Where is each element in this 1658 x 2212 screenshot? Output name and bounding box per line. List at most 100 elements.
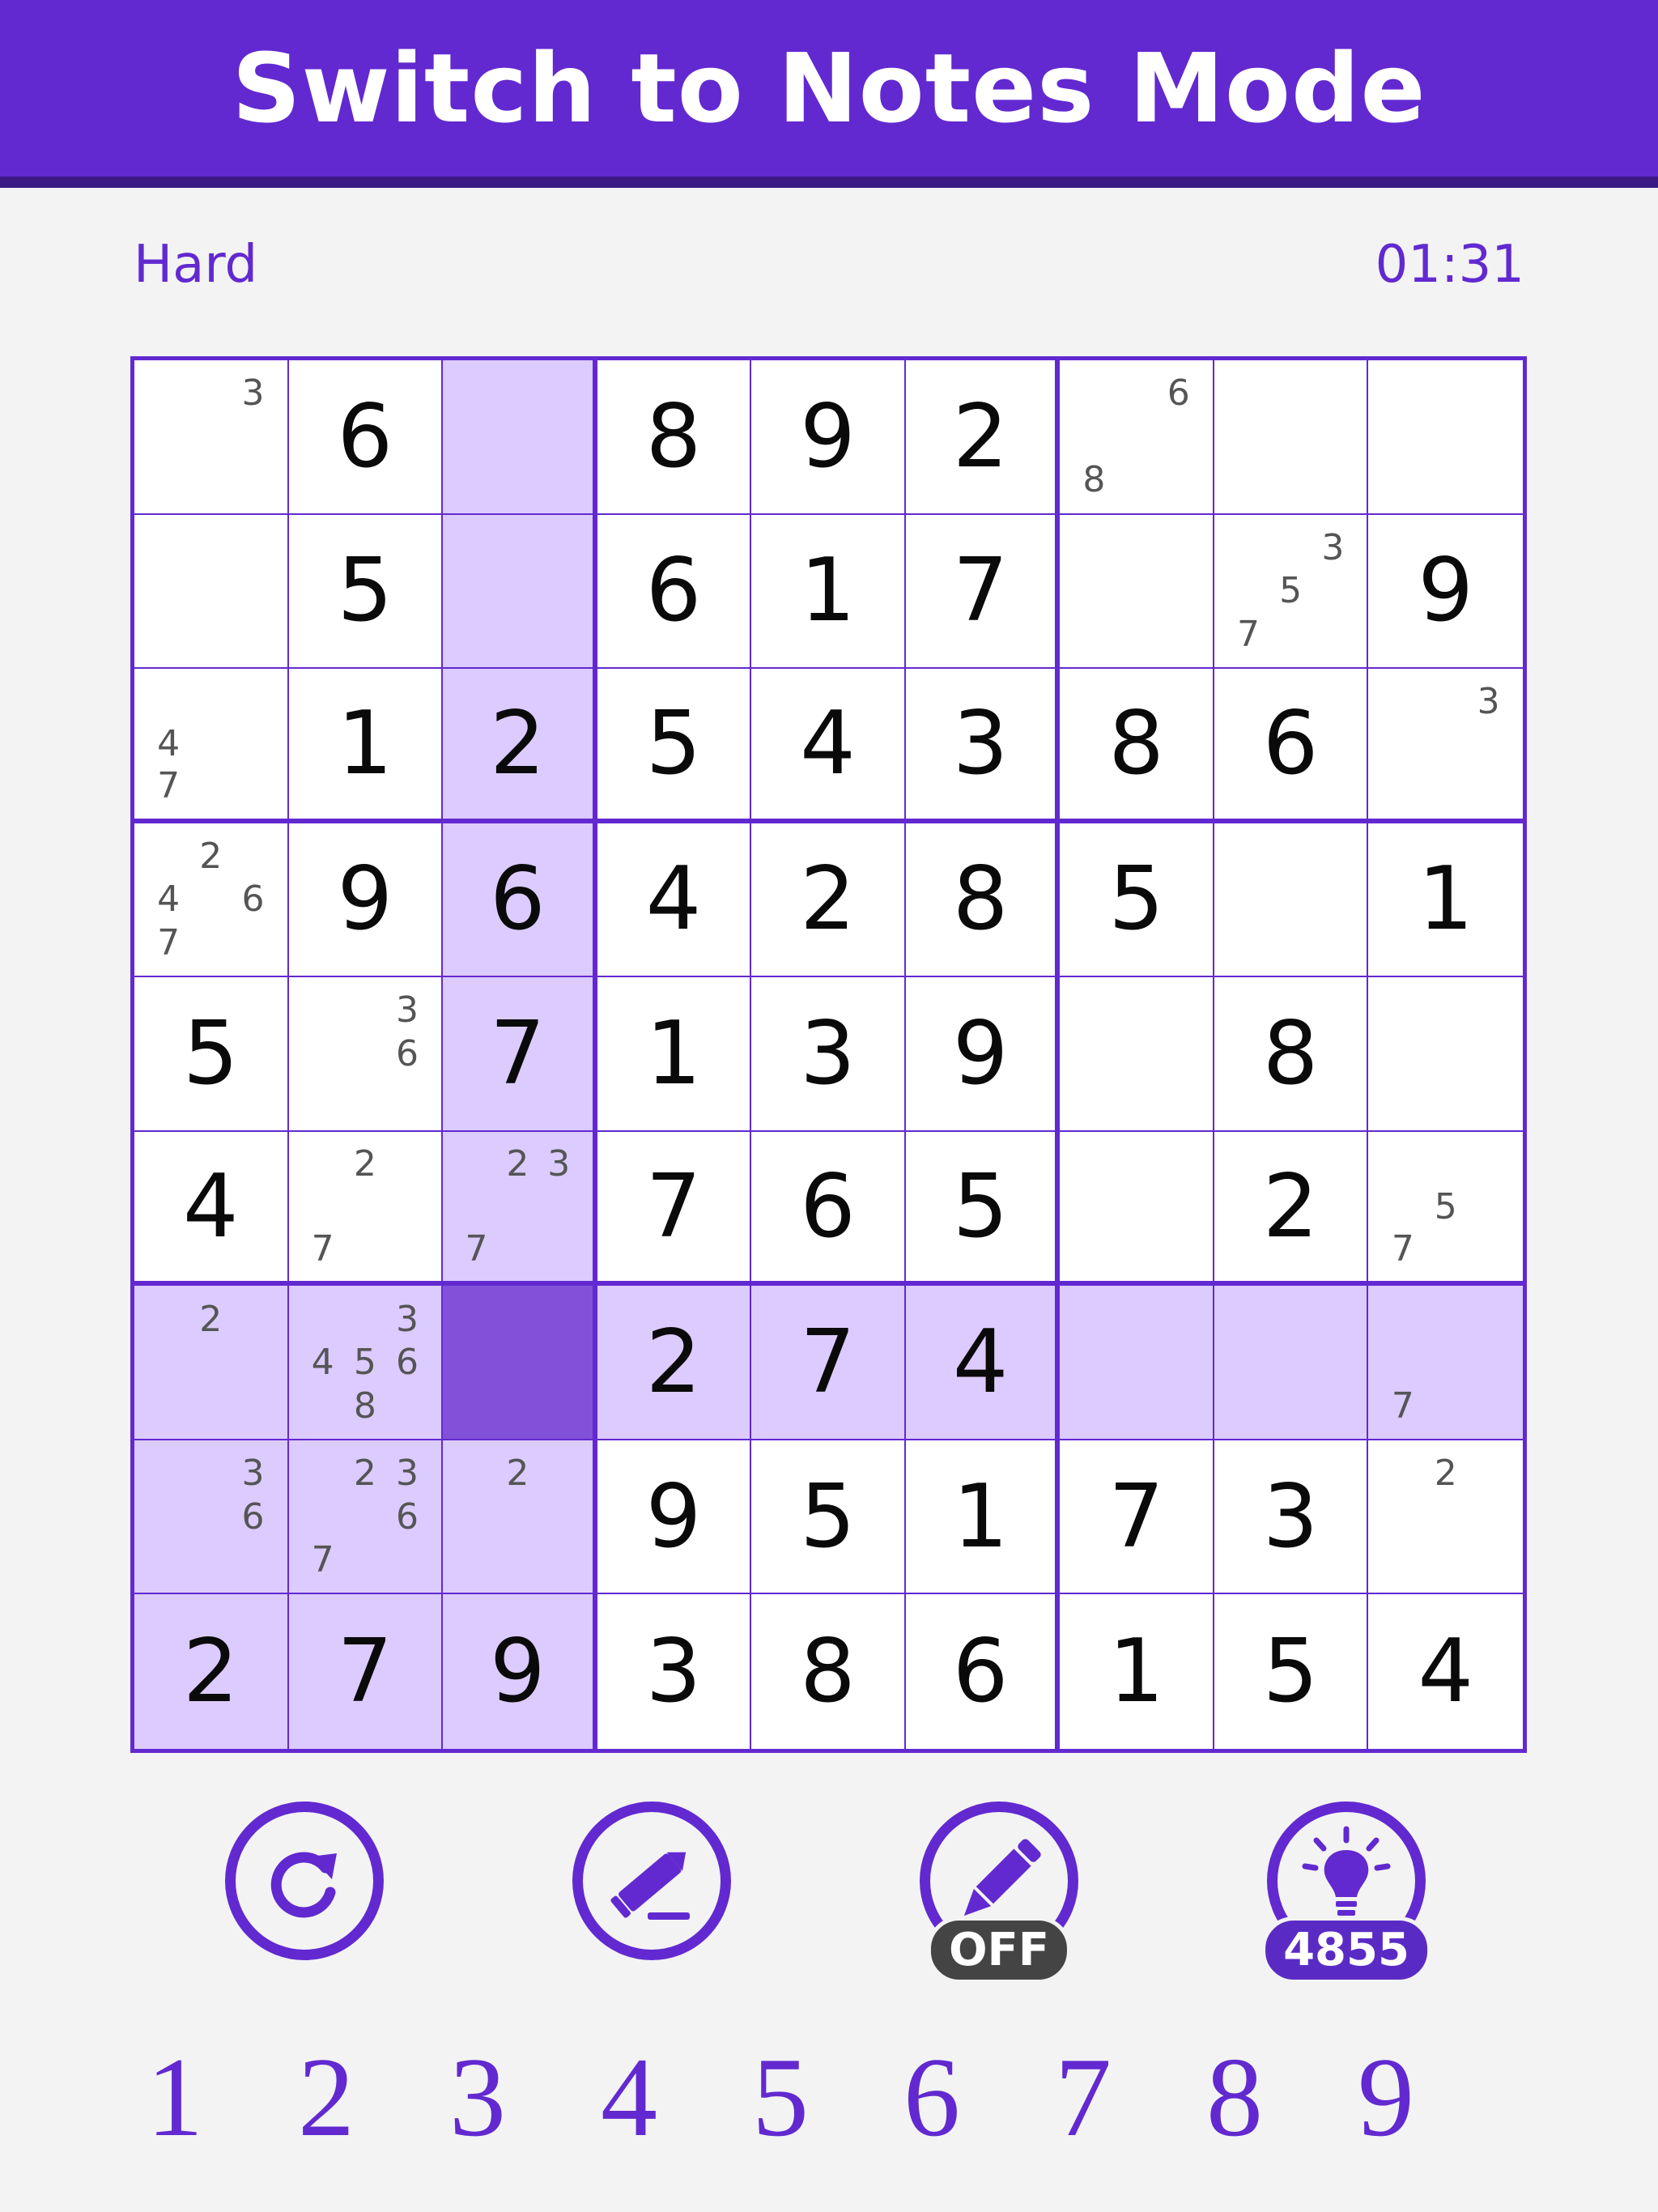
note-digit: 5 <box>1434 1185 1457 1227</box>
sudoku-cell[interactable]: 36 <box>288 977 444 1132</box>
sudoku-cell[interactable]: 5 <box>597 669 752 823</box>
sudoku-cell[interactable] <box>1214 1286 1369 1440</box>
sudoku-cell[interactable]: 47 <box>134 669 289 823</box>
undo-button[interactable] <box>225 1802 384 1960</box>
numpad-digit-4[interactable]: 4 <box>580 2032 678 2163</box>
numpad-digit-7[interactable]: 7 <box>1035 2032 1132 2163</box>
sudoku-cell[interactable]: 5 <box>1060 823 1214 978</box>
sudoku-cell[interactable]: 8 <box>597 360 752 515</box>
sudoku-cell[interactable] <box>1060 977 1214 1132</box>
note-digit <box>232 1538 274 1582</box>
sudoku-cell[interactable]: 6 <box>288 360 444 515</box>
sudoku-cell[interactable]: 6 <box>597 514 752 670</box>
sudoku-cell[interactable]: 9 <box>905 977 1061 1132</box>
sudoku-cell[interactable]: 3 <box>1214 1440 1369 1595</box>
numpad-digit-5[interactable]: 5 <box>732 2032 829 2163</box>
sudoku-cell[interactable]: 9 <box>1368 514 1523 670</box>
numpad-digit-1[interactable]: 1 <box>126 2032 223 2163</box>
sudoku-cell[interactable]: 7 <box>751 1286 906 1440</box>
sudoku-cell[interactable]: 4 <box>1368 1594 1523 1749</box>
sudoku-cell[interactable]: 3 <box>751 977 906 1132</box>
sudoku-cell[interactable]: 24 6 7 <box>134 823 289 978</box>
sudoku-cell[interactable]: 9 <box>443 1594 597 1749</box>
sudoku-cell[interactable]: 1 <box>1368 823 1523 978</box>
sudoku-cell[interactable]: 8 <box>1060 669 1214 823</box>
sudoku-cell[interactable]: 8 <box>751 1594 906 1749</box>
notes-toggle-button[interactable]: OFF <box>920 1802 1078 1984</box>
sudoku-cell[interactable]: 7 <box>1368 1286 1523 1440</box>
sudoku-cell[interactable] <box>443 514 597 670</box>
sudoku-cell[interactable]: 9 <box>597 1440 752 1595</box>
sudoku-cell[interactable]: 1 <box>751 514 906 670</box>
sudoku-cell[interactable]: 57 <box>1368 1131 1523 1287</box>
sudoku-cell[interactable]: 2 <box>751 823 906 978</box>
sudoku-cell[interactable]: 3 <box>597 1594 752 1749</box>
sudoku-cell[interactable]: 7 <box>288 1594 444 1749</box>
sudoku-cell[interactable]: 8 <box>905 823 1061 978</box>
sudoku-cell[interactable]: 1 <box>288 669 444 823</box>
sudoku-cell[interactable]: 5 <box>905 1131 1061 1287</box>
sudoku-cell[interactable] <box>134 514 289 670</box>
hint-button[interactable]: 4855 <box>1261 1802 1431 1984</box>
sudoku-cell[interactable]: 6 <box>751 1131 906 1287</box>
sudoku-cell[interactable]: 5 <box>288 514 444 670</box>
sudoku-cell[interactable]: 5 <box>1214 1594 1369 1749</box>
sudoku-cell[interactable]: 68 <box>1060 360 1214 515</box>
sudoku-cell[interactable]: 4 <box>134 1131 289 1287</box>
sudoku-cell[interactable]: 3 <box>134 360 289 515</box>
sudoku-cell[interactable]: 2 <box>1214 1131 1369 1287</box>
sudoku-cell[interactable]: 27 <box>288 1131 444 1287</box>
note-digit <box>1269 613 1312 657</box>
sudoku-cell[interactable]: 1 <box>1060 1594 1214 1749</box>
sudoku-cell[interactable] <box>443 360 597 515</box>
sudoku-cell[interactable]: 2 <box>905 360 1061 515</box>
numpad-digit-6[interactable]: 6 <box>883 2032 980 2163</box>
sudoku-cell[interactable]: 23 7 <box>443 1131 597 1287</box>
sudoku-cell[interactable]: 7 <box>443 977 597 1132</box>
erase-button[interactable] <box>572 1802 731 1960</box>
sudoku-cell[interactable] <box>1060 514 1214 670</box>
sudoku-cell[interactable]: 4 <box>597 823 752 978</box>
sudoku-cell[interactable]: 357 <box>1214 514 1369 670</box>
sudoku-cell[interactable]: 3 <box>905 669 1061 823</box>
sudoku-cell[interactable]: 4 <box>905 1286 1061 1440</box>
sudoku-cell[interactable]: 2 <box>134 1286 289 1440</box>
note-digit: 7 <box>1391 1227 1414 1270</box>
note-digit <box>232 458 274 502</box>
sudoku-cell[interactable]: 5 <box>751 1440 906 1595</box>
sudoku-cell[interactable]: 6 <box>905 1594 1061 1749</box>
sudoku-cell[interactable]: 3 4568 <box>288 1286 444 1440</box>
sudoku-cell[interactable] <box>1368 977 1523 1132</box>
numpad-digit-8[interactable]: 8 <box>1186 2032 1283 2163</box>
sudoku-cell[interactable]: 2 <box>597 1286 752 1440</box>
sudoku-cell[interactable] <box>1368 360 1523 515</box>
sudoku-cell[interactable]: 2 <box>443 669 597 823</box>
sudoku-cell[interactable]: 7 <box>1060 1440 1214 1595</box>
sudoku-cell[interactable]: 9 <box>288 823 444 978</box>
cell-notes: 27 <box>302 1143 429 1270</box>
sudoku-cell[interactable]: 6 <box>443 823 597 978</box>
sudoku-cell[interactable] <box>443 1286 597 1440</box>
sudoku-cell[interactable] <box>1214 360 1369 515</box>
sudoku-cell[interactable]: 5 <box>134 977 289 1132</box>
sudoku-cell[interactable] <box>1060 1286 1214 1440</box>
sudoku-cell[interactable]: 36 <box>134 1440 289 1595</box>
sudoku-cell[interactable]: 4 <box>751 669 906 823</box>
sudoku-cell[interactable] <box>1214 823 1369 978</box>
sudoku-cell[interactable]: 1 <box>905 1440 1061 1595</box>
sudoku-cell[interactable]: 2 <box>443 1440 597 1595</box>
sudoku-cell[interactable]: 2 <box>1368 1440 1523 1595</box>
sudoku-cell[interactable]: 1 <box>597 977 752 1132</box>
sudoku-cell[interactable]: 7 <box>597 1131 752 1287</box>
sudoku-cell[interactable]: 7 <box>905 514 1061 670</box>
sudoku-cell[interactable]: 3 <box>1368 669 1523 823</box>
numpad-digit-2[interactable]: 2 <box>278 2032 375 2163</box>
numpad-digit-3[interactable]: 3 <box>429 2032 526 2163</box>
sudoku-cell[interactable]: 2 <box>134 1594 289 1749</box>
sudoku-cell[interactable]: 6 <box>1214 669 1369 823</box>
numpad-digit-9[interactable]: 9 <box>1337 2032 1435 2163</box>
sudoku-cell[interactable]: 236 7 <box>288 1440 444 1595</box>
sudoku-cell[interactable] <box>1060 1131 1214 1287</box>
sudoku-cell[interactable]: 8 <box>1214 977 1369 1132</box>
sudoku-cell[interactable]: 9 <box>751 360 906 515</box>
